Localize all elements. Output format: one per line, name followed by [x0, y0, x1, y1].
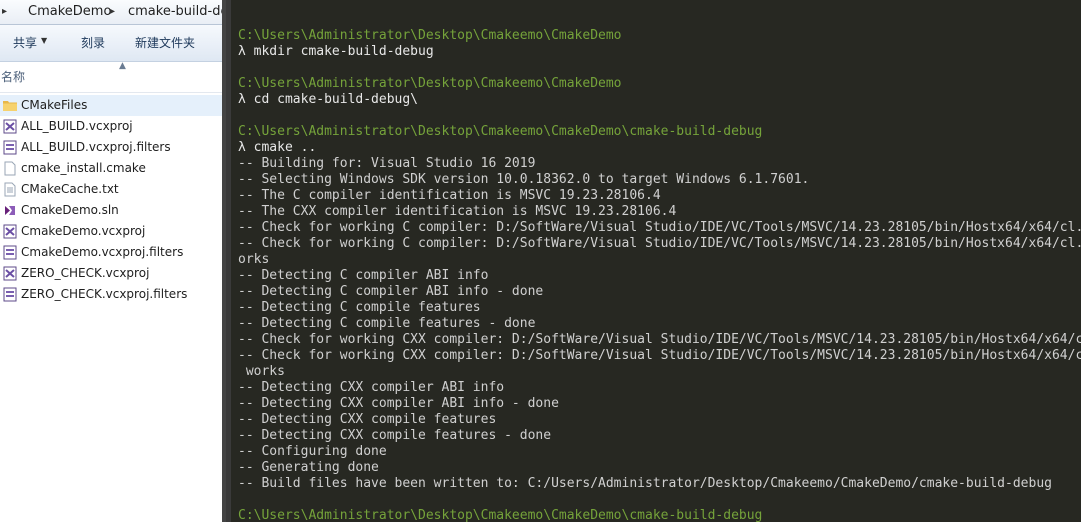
file-name: cmake_install.cmake	[21, 161, 146, 175]
vcxproj-icon	[3, 224, 17, 239]
folder-icon	[3, 98, 17, 113]
command-line: λ cd cmake-build-debug\	[238, 92, 419, 107]
share-button[interactable]: 共享	[13, 35, 37, 51]
file-list-item[interactable]: CmakeDemo.sln	[0, 200, 222, 221]
new-folder-button[interactable]: 新建文件夹	[135, 35, 195, 51]
sln-icon	[3, 203, 17, 218]
output-line: -- Check for working CXX compiler: D:/So…	[238, 332, 1081, 347]
terminal-output: C:\Users\Administrator\Desktop\Cmakeemo\…	[238, 28, 1081, 522]
file-list: CMakeFiles ALL_BUILD.vcxproj ALL_BUILD.vcx…	[0, 95, 222, 305]
file-name: ZERO_CHECK.vcxproj.filters	[21, 287, 188, 301]
file-list-item[interactable]: ALL_BUILD.vcxproj	[0, 116, 222, 137]
output-line: -- Detecting C compiler ABI info - done	[238, 284, 544, 299]
file-name: CMakeFiles	[21, 98, 88, 112]
output-line: -- Build files have been written to: C:/…	[238, 476, 1052, 491]
output-line: -- Generating done	[238, 460, 379, 475]
output-line: -- Configuring done	[238, 444, 387, 459]
prompt-path: C:\Users\Administrator\Desktop\Cmakeemo\…	[238, 28, 622, 43]
file-name: ALL_BUILD.vcxproj.filters	[21, 140, 171, 154]
prompt-path: C:\Users\Administrator\Desktop\Cmakeemo\…	[238, 124, 763, 139]
sort-ascending-icon: ▲	[119, 61, 126, 71]
prompt-path: C:\Users\Administrator\Desktop\Cmakeemo\…	[238, 76, 622, 91]
output-line: orks	[238, 252, 270, 267]
vcxproj-icon	[3, 266, 17, 281]
chevron-down-icon[interactable]: ▼	[41, 36, 47, 45]
output-line: -- Check for working C compiler: D:/Soft…	[238, 236, 1081, 251]
file-list-item[interactable]: CMakeCache.txt	[0, 179, 222, 200]
file-list-item[interactable]: ZERO_CHECK.vcxproj	[0, 263, 222, 284]
filters-icon	[3, 245, 17, 260]
column-header[interactable]: ▲ 名称	[0, 61, 222, 93]
file-icon	[3, 161, 17, 176]
file-list-item[interactable]: ZERO_CHECK.vcxproj.filters	[0, 284, 222, 305]
terminal-window[interactable]: C:\Users\Administrator\Desktop\Cmakeemo\…	[222, 0, 1081, 522]
output-line: -- The C compiler identification is MSVC…	[238, 188, 661, 203]
output-line: -- Detecting CXX compiler ABI info - don…	[238, 396, 559, 411]
breadcrumb-item[interactable]: CmakeDemo	[24, 3, 115, 21]
output-line: -- The CXX compiler identification is MS…	[238, 204, 677, 219]
output-line: -- Detecting C compile features - done	[238, 316, 536, 331]
output-line: -- Detecting CXX compile features - done	[238, 428, 552, 443]
output-line: -- Detecting CXX compiler ABI info	[238, 380, 505, 395]
file-list-item[interactable]: CmakeDemo.vcxproj	[0, 221, 222, 242]
window-border	[226, 0, 231, 522]
file-name: ALL_BUILD.vcxproj	[21, 119, 133, 133]
vcxproj-icon	[3, 119, 17, 134]
chevron-right-icon[interactable]: ▸	[2, 3, 7, 21]
output-line: -- Detecting CXX compile features	[238, 412, 497, 427]
file-name: CmakeDemo.vcxproj	[21, 224, 146, 238]
command-line: λ mkdir cmake-build-debug	[238, 44, 434, 59]
column-header-name[interactable]: 名称	[1, 68, 25, 85]
filters-icon	[3, 287, 17, 302]
file-name: CMakeCache.txt	[21, 182, 119, 196]
filters-icon	[3, 140, 17, 155]
file-name: CmakeDemo.vcxproj.filters	[21, 245, 184, 259]
text-file-icon	[3, 182, 17, 197]
chevron-right-icon[interactable]: ▸	[110, 3, 115, 21]
command-bar: 共享 ▼ 刻录 新建文件夹	[0, 25, 222, 62]
burn-button[interactable]: 刻录	[81, 35, 105, 51]
file-list-item[interactable]: CmakeDemo.vcxproj.filters	[0, 242, 222, 263]
file-name: ZERO_CHECK.vcxproj	[21, 266, 150, 280]
output-line: -- Check for working CXX compiler: D:/So…	[238, 348, 1081, 363]
address-bar[interactable]: ▸ CmakeDemo ▸ cmake-build-deb	[0, 0, 222, 25]
output-line: -- Detecting C compile features	[238, 300, 481, 315]
breadcrumb-item[interactable]: cmake-build-deb	[124, 3, 222, 21]
output-line: works	[238, 364, 285, 379]
prompt-path: C:\Users\Administrator\Desktop\Cmakeemo\…	[238, 508, 763, 522]
output-line: -- Selecting Windows SDK version 10.0.18…	[238, 172, 810, 187]
output-line: -- Detecting C compiler ABI info	[238, 268, 489, 283]
file-name: CmakeDemo.sln	[21, 203, 119, 217]
file-list-item[interactable]: cmake_install.cmake	[0, 158, 222, 179]
output-line: -- Check for working C compiler: D:/Soft…	[238, 220, 1081, 235]
command-line: λ cmake ..	[238, 140, 317, 155]
output-line: -- Building for: Visual Studio 16 2019	[238, 156, 536, 171]
file-explorer-window: ▸ CmakeDemo ▸ cmake-build-deb 共享 ▼ 刻录 新建…	[0, 0, 222, 522]
file-list-item[interactable]: ALL_BUILD.vcxproj.filters	[0, 137, 222, 158]
file-list-item[interactable]: CMakeFiles	[0, 95, 222, 116]
